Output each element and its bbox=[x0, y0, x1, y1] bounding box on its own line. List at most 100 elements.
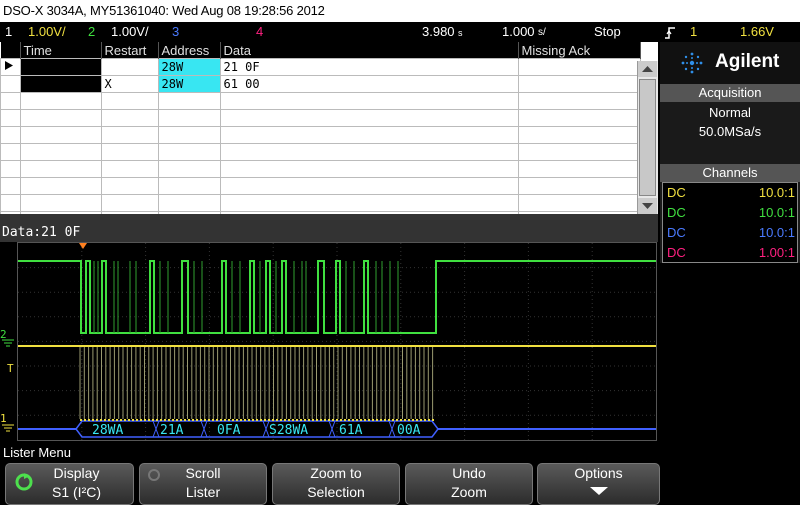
col-header-missing-ack[interactable]: Missing Ack bbox=[518, 42, 641, 59]
data-cell: 21 0F bbox=[219, 58, 519, 76]
ground-icon bbox=[2, 339, 14, 347]
empty-cell bbox=[517, 109, 641, 127]
brand-area: Agilent bbox=[660, 42, 800, 84]
table-row-empty[interactable] bbox=[0, 177, 641, 195]
empty-cell bbox=[19, 92, 102, 110]
empty-cell bbox=[0, 109, 21, 127]
ground-icon bbox=[2, 424, 14, 432]
table-row-empty[interactable] bbox=[0, 109, 641, 127]
row-marker-cell bbox=[0, 75, 21, 93]
empty-cell bbox=[0, 194, 21, 212]
zoom-to-selection-softkey[interactable]: Zoom to Selection bbox=[272, 463, 400, 505]
channels-title[interactable]: Channels bbox=[660, 164, 800, 182]
selected-data-readout: Data:21 0F bbox=[0, 214, 658, 242]
agilent-spark-icon bbox=[681, 52, 703, 74]
ch4-number[interactable]: 4 bbox=[256, 22, 263, 42]
delay-value[interactable]: 1.000 bbox=[502, 22, 535, 42]
empty-cell bbox=[219, 92, 519, 110]
ch2-scale[interactable]: 1.00V/ bbox=[111, 22, 149, 42]
trigger-level[interactable]: 1.66V bbox=[740, 22, 774, 42]
empty-cell bbox=[157, 126, 221, 144]
lister-table[interactable]: Time Restart Address Data Missing Ack -1… bbox=[0, 42, 658, 214]
ch2-glitches bbox=[93, 261, 399, 333]
table-row[interactable]: 3.604ms X 28W 61 00 bbox=[0, 75, 641, 93]
scroll-up-icon[interactable] bbox=[638, 61, 657, 77]
empty-cell bbox=[19, 143, 102, 161]
sample-rate: 50.0MSa/s bbox=[698, 124, 762, 139]
channel-bar: 1 1.00V/ 2 1.00V/ 3 4 3.980 s 1.000 s/ S… bbox=[0, 22, 800, 42]
channel-coupling: DC bbox=[667, 225, 686, 240]
undo-zoom-softkey[interactable]: Undo Zoom bbox=[405, 463, 533, 505]
ch2-number[interactable]: 2 bbox=[88, 22, 95, 42]
address-cell: 28W bbox=[157, 75, 221, 93]
table-row-empty[interactable] bbox=[0, 194, 641, 212]
empty-cell bbox=[219, 160, 519, 178]
trigger-position-icon bbox=[79, 243, 87, 249]
empty-cell bbox=[0, 177, 21, 195]
decode-label: 21A bbox=[160, 423, 184, 438]
table-row-empty[interactable] bbox=[0, 92, 641, 110]
softkey-label: Undo bbox=[452, 465, 486, 481]
acquisition-title[interactable]: Acquisition bbox=[660, 84, 800, 102]
scroll-lister-softkey[interactable]: Scroll Lister bbox=[139, 463, 267, 505]
channel-coupling: DC bbox=[667, 205, 686, 220]
col-header-restart[interactable]: Restart bbox=[101, 42, 159, 59]
knob-icon bbox=[148, 469, 160, 481]
empty-cell bbox=[157, 177, 221, 195]
probe-ratio: 10.0:1 bbox=[758, 205, 795, 220]
scroll-down-icon[interactable] bbox=[638, 198, 657, 214]
row-marker-header bbox=[0, 42, 21, 59]
col-header-time[interactable]: Time bbox=[20, 42, 102, 59]
run-state[interactable]: Stop bbox=[594, 22, 621, 42]
empty-cell bbox=[517, 177, 641, 195]
ch1-number[interactable]: 1 bbox=[5, 22, 12, 42]
time-cell: 3.604ms bbox=[19, 75, 102, 93]
options-softkey[interactable]: Options bbox=[537, 463, 660, 505]
table-row-empty[interactable] bbox=[0, 160, 641, 178]
channel-row-1[interactable]: DC 10.0:1 bbox=[665, 183, 800, 203]
decode-label: 61A bbox=[339, 423, 363, 438]
acquisition-mode: Normal bbox=[709, 105, 751, 120]
timebase-value[interactable]: 3.980 bbox=[422, 22, 455, 42]
address-cell: 28W bbox=[157, 58, 221, 76]
trigger-source[interactable]: 1 bbox=[690, 22, 697, 42]
empty-cell bbox=[0, 143, 21, 161]
probe-ratio: 1.00:1 bbox=[758, 245, 795, 260]
channel-coupling: DC bbox=[667, 185, 686, 200]
empty-cell bbox=[100, 177, 159, 195]
table-row[interactable]: -100.2us 28W 21 0F bbox=[0, 58, 641, 76]
empty-cell bbox=[100, 109, 159, 127]
empty-cell bbox=[157, 143, 221, 161]
empty-cell bbox=[100, 160, 159, 178]
table-row-empty[interactable] bbox=[0, 143, 641, 161]
softkey-value: Zoom bbox=[451, 484, 487, 500]
waveform-display[interactable]: 28WA 21A 0FA S28WA 61A 00A bbox=[17, 242, 657, 441]
display-serial-softkey[interactable]: Display S1 (I²C) bbox=[5, 463, 134, 505]
trigger-level-marker[interactable]: T bbox=[7, 362, 19, 382]
channel-row-4[interactable]: DC 1.00:1 bbox=[665, 243, 800, 263]
trigger-edge-icon bbox=[664, 22, 676, 42]
table-row-empty[interactable] bbox=[0, 126, 641, 144]
data-cell: 61 00 bbox=[219, 75, 519, 93]
ch3-number[interactable]: 3 bbox=[172, 22, 179, 42]
entry-knob-icon bbox=[15, 473, 33, 491]
softkey-label: Zoom to bbox=[310, 465, 362, 481]
ch2-ground-marker[interactable]: 2 bbox=[0, 328, 17, 348]
channel-row-2[interactable]: DC 10.0:1 bbox=[665, 203, 800, 223]
empty-cell bbox=[517, 160, 641, 178]
ch1-scale[interactable]: 1.00V/ bbox=[28, 22, 66, 42]
empty-cell bbox=[19, 160, 102, 178]
lister-scrollbar[interactable] bbox=[637, 61, 658, 214]
empty-cell bbox=[19, 194, 102, 212]
empty-cell bbox=[100, 92, 159, 110]
col-header-data[interactable]: Data bbox=[220, 42, 519, 59]
ch1-ground-marker[interactable]: 1 bbox=[0, 412, 17, 436]
menu-title: Lister Menu bbox=[3, 445, 71, 460]
empty-cell bbox=[19, 177, 102, 195]
missing-ack-cell bbox=[517, 58, 641, 76]
probe-ratio: 10.0:1 bbox=[758, 185, 795, 200]
col-header-address[interactable]: Address bbox=[158, 42, 221, 59]
channel-row-3[interactable]: DC 10.0:1 bbox=[665, 223, 800, 243]
softkey-value: Selection bbox=[307, 484, 365, 500]
scroll-thumb[interactable] bbox=[639, 79, 656, 196]
